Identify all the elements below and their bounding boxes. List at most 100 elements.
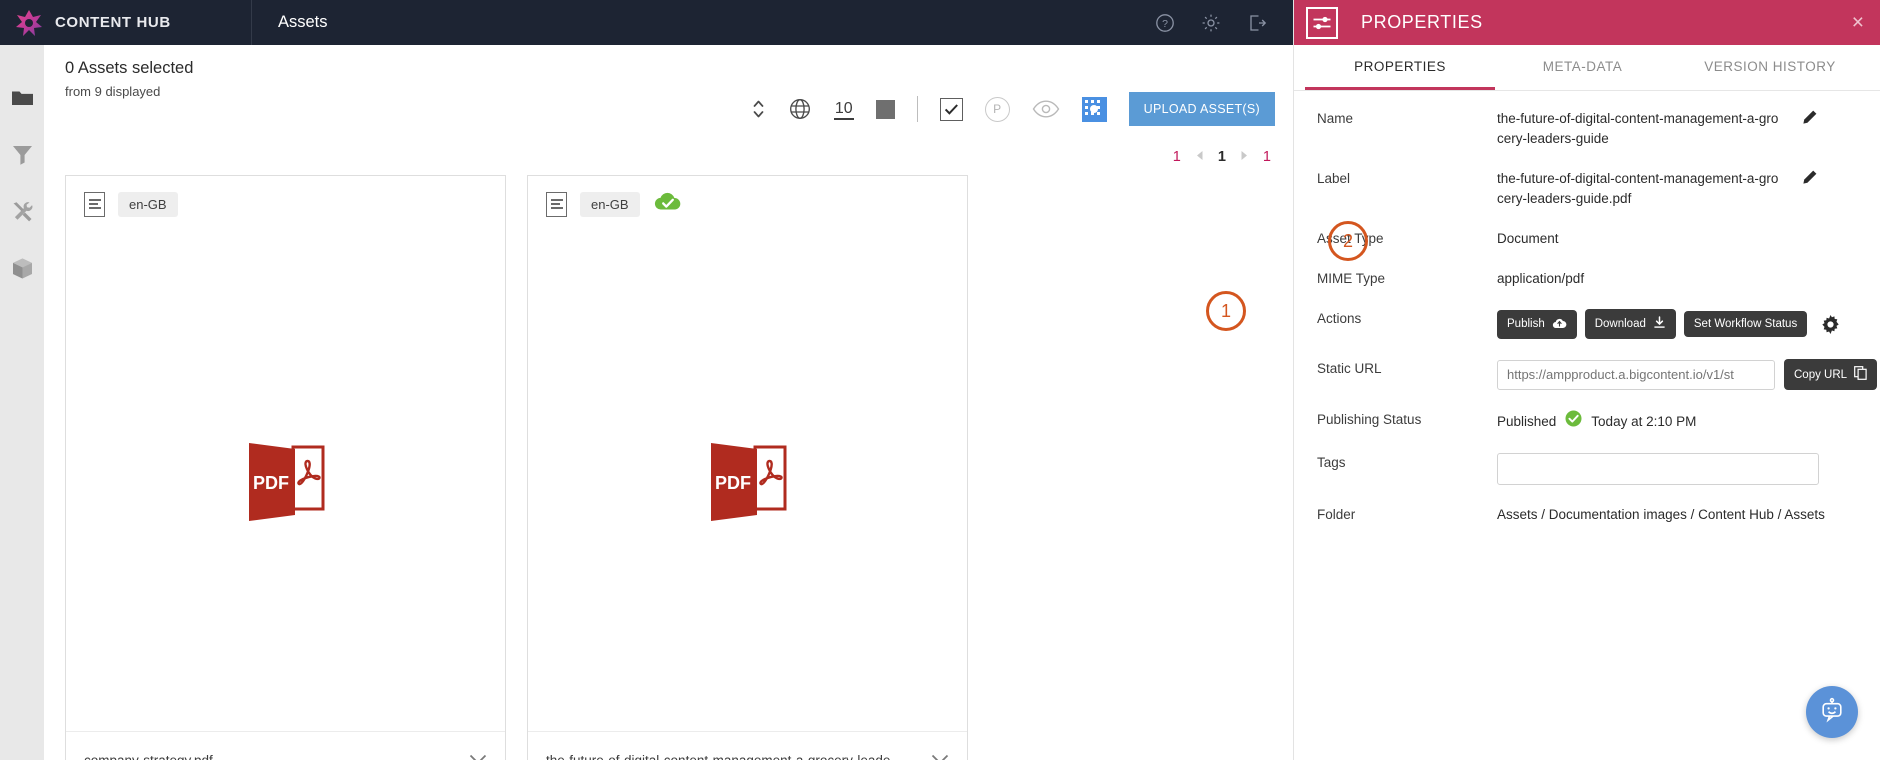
static-url-input[interactable] <box>1497 359 1775 390</box>
property-label: MIME Type <box>1317 271 1386 286</box>
tab-properties[interactable]: PROPERTIES <box>1305 45 1495 90</box>
cloud-upload-icon <box>1552 317 1567 332</box>
property-value-asset-type: Document <box>1497 231 1559 246</box>
publish-filter-icon[interactable]: P <box>984 96 1010 122</box>
preview-eye-icon[interactable] <box>1032 99 1060 119</box>
chevron-down-icon[interactable] <box>931 752 949 760</box>
page-size-selector[interactable]: 10 <box>833 99 854 120</box>
filter-icon[interactable] <box>8 140 36 168</box>
property-row-actions: Actions Publish Download Set Workflow St… <box>1294 309 1880 339</box>
property-row-publishing-status: Publishing Status Published Today at 2:1… <box>1294 410 1880 433</box>
pagination-first[interactable]: 1 <box>1173 149 1181 165</box>
properties-panel: PROPERTIES × PROPERTIES META-DATA VERSIO… <box>1293 0 1880 760</box>
status-badge: Published <box>1497 413 1557 429</box>
tab-version-history[interactable]: VERSION HISTORY <box>1670 45 1870 90</box>
assets-content: 0 Assets selected from 9 displayed 10 P … <box>44 45 1293 760</box>
help-icon[interactable]: ? <box>1155 13 1175 33</box>
settings-gear-icon[interactable] <box>1201 13 1221 33</box>
asset-card[interactable]: en-GB PDF company-strategy.pdf <box>65 175 506 760</box>
property-label: Folder <box>1317 507 1356 522</box>
select-all-checkbox[interactable] <box>939 97 963 121</box>
chevron-down-icon[interactable] <box>469 752 487 760</box>
asset-grid: en-GB PDF company-strategy.pdf <box>65 175 968 760</box>
toolbar-divider <box>916 96 918 122</box>
actions-settings-gear-icon[interactable] <box>1821 314 1840 334</box>
logout-icon[interactable] <box>1247 13 1267 33</box>
pagination-last[interactable]: 1 <box>1263 149 1271 165</box>
publish-button[interactable]: Publish <box>1497 309 1577 339</box>
document-icon <box>84 191 105 217</box>
pagination-current: 1 <box>1217 149 1226 165</box>
document-icon <box>546 191 567 217</box>
properties-panel-header: PROPERTIES × <box>1294 0 1880 45</box>
pagination-next-icon[interactable] <box>1240 150 1249 164</box>
section-title: Assets <box>278 13 328 31</box>
asset-language-badge: en-GB <box>580 191 640 217</box>
property-row-asset-type: Asset Type Document <box>1294 229 1880 249</box>
property-row-mime-type: MIME Type application/pdf <box>1294 269 1880 289</box>
tools-icon[interactable] <box>8 197 36 225</box>
brand[interactable]: CONTENT HUB <box>0 0 252 45</box>
publishing-status-value: Published Today at 2:10 PM <box>1497 410 1880 433</box>
property-value-name: the-future-of-digital-content-management… <box>1497 111 1779 146</box>
property-row-folder: Folder Assets / Documentation images / C… <box>1294 505 1880 525</box>
asset-card-footer: the-future-of-digital-content-management… <box>528 731 967 760</box>
pagination: 1 1 1 <box>1173 149 1271 165</box>
pdf-file-icon: PDF <box>248 442 324 521</box>
annotation-marker-1: 1 <box>1206 291 1246 331</box>
tags-input[interactable] <box>1497 453 1819 485</box>
locale-globe-icon[interactable] <box>788 97 812 121</box>
asset-card-header: en-GB <box>528 176 967 232</box>
asset-card-footer: company-strategy.pdf <box>66 731 505 760</box>
download-button-label: Download <box>1594 318 1646 330</box>
download-icon <box>1653 316 1666 332</box>
svg-text:?: ? <box>1162 18 1168 30</box>
chatbot-launcher[interactable] <box>1806 686 1858 738</box>
copy-url-button[interactable]: Copy URL <box>1784 359 1878 390</box>
actions-button-group: Publish Download Set Workflow Status <box>1497 309 1880 339</box>
content-hub-logo-icon <box>14 8 44 38</box>
svg-text:PDF: PDF <box>253 473 289 493</box>
properties-tabs: PROPERTIES META-DATA VERSION HISTORY <box>1294 45 1880 91</box>
brand-label: CONTENT HUB <box>55 14 171 31</box>
download-button[interactable]: Download <box>1584 309 1676 339</box>
package-icon[interactable] <box>8 254 36 282</box>
pagination-prev-icon[interactable] <box>1195 150 1204 164</box>
selection-title: 0 Assets selected <box>65 59 194 77</box>
property-value-mime-type: application/pdf <box>1497 271 1585 286</box>
property-label: Actions <box>1317 311 1362 326</box>
thumbnail-size-swatch[interactable] <box>875 99 895 119</box>
property-label: Label <box>1317 171 1351 186</box>
property-row-label: Label the-future-of-digital-content-mana… <box>1294 169 1880 209</box>
close-icon[interactable]: × <box>1852 12 1864 33</box>
static-url-row: Copy URL <box>1497 359 1880 390</box>
asset-thumbnail: PDF <box>528 232 967 731</box>
sort-icon[interactable] <box>751 97 766 121</box>
copy-icon <box>1854 366 1867 383</box>
top-bar: CONTENT HUB Assets ? <box>0 0 1293 45</box>
grid-view-icon[interactable] <box>1081 96 1107 122</box>
copy-url-label: Copy URL <box>1794 368 1848 381</box>
set-workflow-status-button[interactable]: Set Workflow Status <box>1683 311 1808 337</box>
asset-card[interactable]: en-GB PDF <box>527 175 968 760</box>
property-value-folder: Assets / Documentation images / Content … <box>1497 507 1825 522</box>
edit-name-pencil-icon[interactable] <box>1801 109 1818 132</box>
property-label: Publishing Status <box>1317 412 1422 427</box>
topbar-icon-group: ? <box>1155 13 1293 33</box>
property-row-tags: Tags <box>1294 453 1880 485</box>
property-row-static-url: Static URL Copy URL <box>1294 359 1880 390</box>
property-label: Name <box>1317 111 1354 126</box>
published-check-icon <box>1565 410 1582 433</box>
properties-panel-title: PROPERTIES <box>1361 12 1483 32</box>
folders-icon[interactable] <box>8 83 36 111</box>
property-value-label: the-future-of-digital-content-management… <box>1497 171 1779 206</box>
upload-assets-button[interactable]: UPLOAD ASSET(S) <box>1128 92 1275 126</box>
assets-toolbar: 10 P UPLOAD ASSET(S) <box>751 92 1275 126</box>
properties-rows: Name the-future-of-digital-content-manag… <box>1294 91 1880 525</box>
asset-thumbnail: PDF <box>66 232 505 731</box>
edit-label-pencil-icon[interactable] <box>1801 169 1818 192</box>
publishing-timestamp: Today at 2:10 PM <box>1591 413 1697 429</box>
asset-filename: company-strategy.pdf <box>84 753 213 760</box>
tab-meta-data[interactable]: META-DATA <box>1495 45 1670 90</box>
properties-sliders-icon <box>1306 6 1338 39</box>
